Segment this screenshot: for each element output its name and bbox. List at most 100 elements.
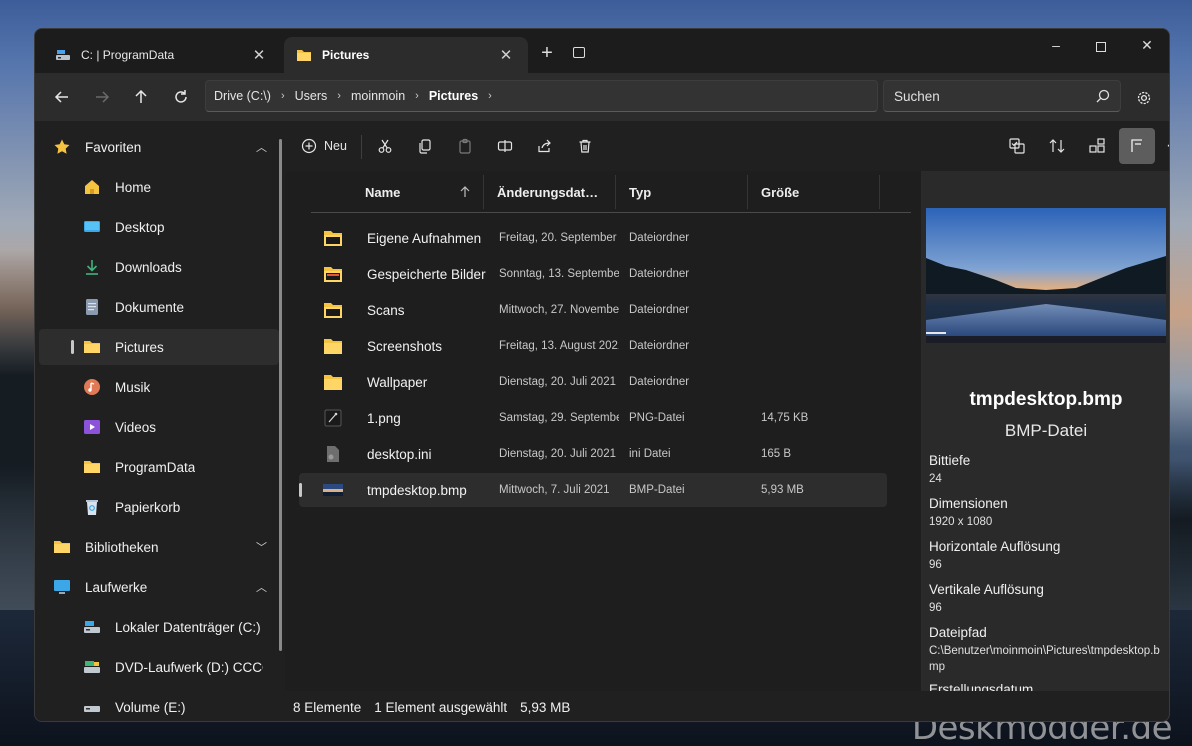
arrow-left-icon — [54, 91, 68, 103]
forward-button[interactable] — [88, 85, 116, 109]
table-row[interactable]: Scans Mittwoch, 27. November Dateiordner — [299, 293, 887, 327]
sort-button[interactable] — [1045, 133, 1069, 159]
tab-programdata[interactable]: C: | ProgramData ✕ — [43, 37, 281, 73]
selection-size: 5,93 MB — [520, 699, 571, 715]
dvd-drive-icon — [83, 658, 101, 676]
address-bar[interactable]: Drive (C:\) › Users › moinmoin › Picture… — [205, 80, 878, 112]
sidebar-item-laufwerke[interactable]: Laufwerke ︿ — [39, 569, 279, 605]
music-icon — [83, 378, 101, 396]
drive-icon — [55, 48, 71, 62]
table-row[interactable]: Screenshots Freitag, 13. August 2021 Dat… — [299, 329, 887, 363]
sidebar-item-favoriten[interactable]: Favoriten ︿ — [39, 129, 279, 165]
navigation-pane: Favoriten ︿ Home Desktop Downloads Dokum… — [35, 121, 285, 721]
preview-pane: tmpdesktop.bmp BMP-Datei Bittiefe 24 Dim… — [921, 171, 1169, 691]
chevron-down-icon[interactable]: ﹀ — [256, 539, 267, 555]
search-box[interactable] — [883, 80, 1121, 112]
table-row[interactable]: Gespeicherte Bilder Sonntag, 13. Septemb… — [299, 257, 887, 291]
chevron-right-icon[interactable]: › — [480, 90, 500, 102]
column-header-size[interactable]: Größe — [761, 171, 861, 213]
close-window-button[interactable]: ✕ — [1130, 37, 1164, 59]
file-type: Dateiordner — [629, 232, 690, 244]
minimize-button[interactable]: – — [1039, 37, 1073, 59]
property-vertikale-aufloesung: Vertikale Auflösung 96 — [929, 582, 1044, 614]
chevron-up-icon[interactable]: ︿ — [256, 139, 267, 155]
navigation-bar: Drive (C:\) › Users › moinmoin › Picture… — [35, 73, 1169, 121]
sidebar-item-videos[interactable]: Videos — [39, 409, 279, 445]
search-input[interactable] — [894, 88, 1096, 104]
close-tab-icon[interactable]: ✕ — [496, 46, 516, 64]
table-row[interactable]: Wallpaper Dienstag, 20. Juli 2021 Dateio… — [299, 365, 887, 399]
refresh-button[interactable] — [167, 85, 195, 109]
plus-circle-icon — [301, 138, 317, 154]
table-row[interactable]: Eigene Aufnahmen Freitag, 20. September … — [299, 221, 887, 255]
up-button[interactable] — [127, 85, 155, 109]
star-icon — [53, 138, 71, 156]
file-date: Dienstag, 20. Juli 2021 — [499, 376, 616, 388]
file-size: 14,75 KB — [761, 412, 809, 424]
more-options-button[interactable]: ··· — [1165, 133, 1169, 159]
delete-button[interactable] — [573, 133, 597, 159]
table-row[interactable]: 1.png Samstag, 29. September PNG-Datei 1… — [299, 401, 887, 435]
close-tab-icon[interactable]: ✕ — [249, 46, 269, 64]
chevron-up-icon[interactable]: ︿ — [256, 579, 267, 595]
column-separator[interactable] — [747, 175, 748, 209]
folder-icon — [323, 337, 343, 355]
property-dateipfad: Dateipfad C:\Benutzer\moinmoin\Pictures\… — [929, 625, 1160, 673]
column-separator[interactable] — [615, 175, 616, 209]
sidebar-item-dvd-drive[interactable]: DVD-Laufwerk (D:) CCCOMA_X64FRE_DE-DE_DV… — [39, 649, 279, 685]
column-separator[interactable] — [483, 175, 484, 209]
paste-button[interactable] — [453, 133, 477, 159]
tab-pictures[interactable]: Pictures ✕ — [284, 37, 528, 73]
table-row-selected[interactable]: tmpdesktop.bmp Mittwoch, 7. Juli 2021 BM… — [299, 473, 887, 507]
column-header-name[interactable]: Name — [365, 171, 475, 213]
breadcrumb-pictures[interactable]: Pictures — [427, 89, 480, 103]
maximize-button[interactable] — [1084, 37, 1118, 59]
sidebar-item-musik[interactable]: Musik — [39, 369, 279, 405]
folder-icon — [323, 229, 343, 247]
rename-button[interactable] — [493, 133, 517, 159]
chevron-right-icon[interactable]: › — [273, 90, 293, 102]
new-tab-button[interactable]: + — [535, 42, 559, 66]
file-date: Freitag, 13. August 2021 — [499, 340, 619, 352]
column-header-date[interactable]: Änderungsdatum — [497, 171, 603, 213]
sidebar-item-bibliotheken[interactable]: Bibliotheken ﹀ — [39, 529, 279, 565]
folder-icon — [83, 338, 101, 356]
copy-button[interactable] — [413, 133, 437, 159]
arrow-up-icon — [135, 89, 147, 103]
sidebar-scrollbar[interactable] — [279, 139, 282, 651]
table-row[interactable]: desktop.ini Dienstag, 20. Juli 2021 ini … — [299, 437, 887, 471]
monitor-icon — [53, 578, 71, 596]
back-button[interactable] — [48, 85, 76, 109]
file-date: Samstag, 29. September — [499, 412, 619, 424]
sidebar-item-home[interactable]: Home — [39, 169, 279, 205]
folder-icon — [296, 48, 312, 62]
file-type: Dateiordner — [629, 340, 690, 352]
sidebar-item-desktop[interactable]: Desktop — [39, 209, 279, 245]
share-button[interactable] — [533, 133, 557, 159]
new-button[interactable]: Neu — [299, 133, 349, 159]
file-size — [761, 293, 851, 327]
settings-button[interactable] — [1133, 87, 1155, 109]
tab-list-icon[interactable] — [573, 47, 585, 58]
sidebar-item-downloads[interactable]: Downloads — [39, 249, 279, 285]
selection-count: 1 Element ausgewählt — [374, 699, 508, 715]
cut-button[interactable] — [373, 133, 397, 159]
sidebar-item-dokumente[interactable]: Dokumente — [39, 289, 279, 325]
share-icon — [538, 139, 551, 153]
breadcrumb-users[interactable]: Users — [293, 89, 330, 103]
sidebar-item-programdata[interactable]: ProgramData — [39, 449, 279, 485]
column-separator[interactable] — [879, 175, 880, 209]
breadcrumb-moinmoin[interactable]: moinmoin — [349, 89, 407, 103]
chevron-right-icon[interactable]: › — [407, 90, 427, 102]
select-button[interactable] — [1005, 133, 1029, 159]
view-button[interactable] — [1085, 133, 1109, 159]
preview-pane-button[interactable] — [1119, 128, 1155, 164]
sidebar-item-pictures[interactable]: Pictures — [39, 329, 279, 365]
sidebar-item-papierkorb[interactable]: Papierkorb — [39, 489, 279, 525]
column-header-type[interactable]: Typ — [629, 171, 729, 213]
breadcrumb-drive[interactable]: Drive (C:\) — [212, 89, 273, 103]
sidebar-item-drive-c[interactable]: Lokaler Datenträger (C:) — [39, 609, 279, 645]
drive-icon — [83, 618, 101, 636]
sidebar-item-volume-e[interactable]: Volume (E:) — [39, 689, 279, 721]
chevron-right-icon[interactable]: › — [329, 90, 349, 102]
